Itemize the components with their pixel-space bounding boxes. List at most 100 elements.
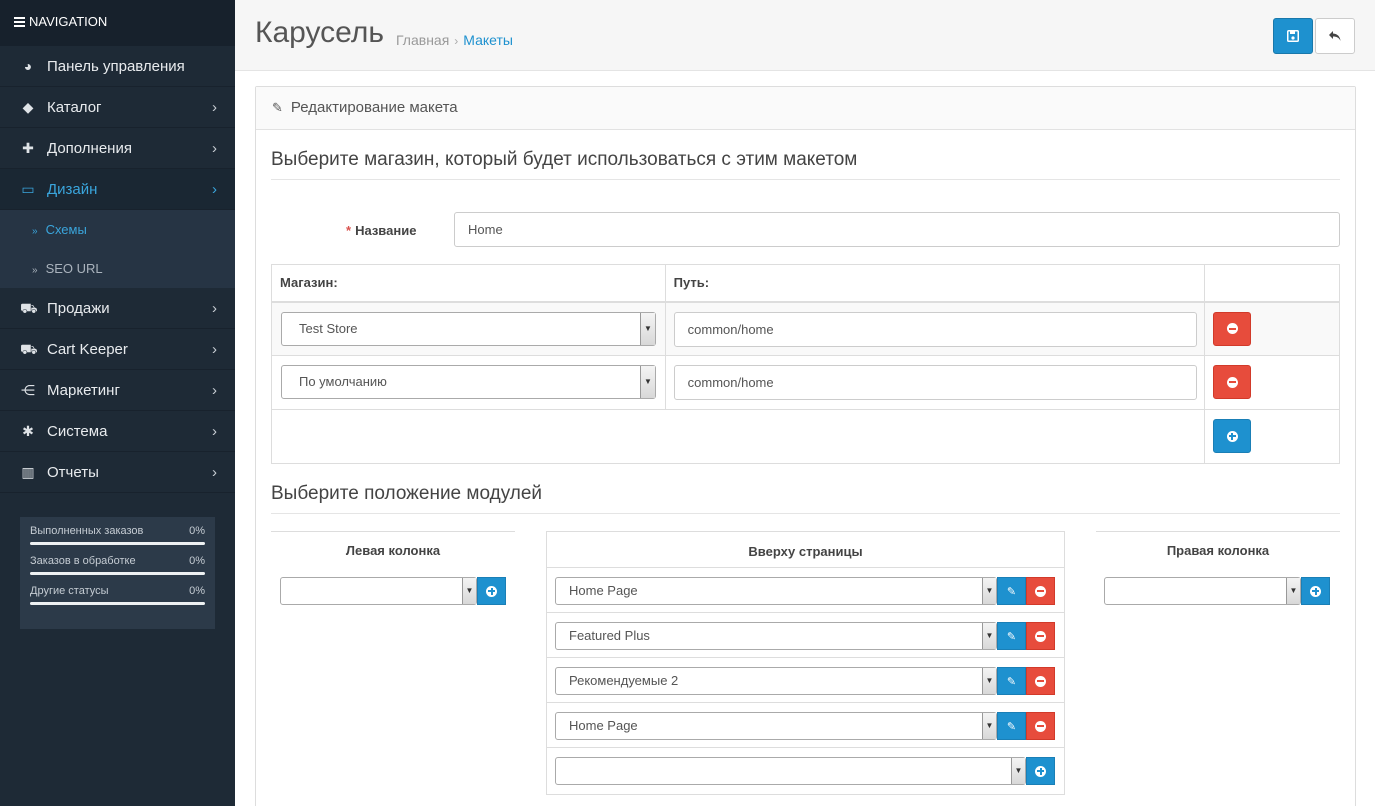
stat-processing: Заказов в обработке 0%: [30, 555, 205, 575]
breadcrumb-home[interactable]: Главная: [396, 32, 449, 48]
sidebar-subitem-label: SEO URL: [45, 261, 103, 276]
store-select[interactable]: Test Store ▼: [281, 311, 656, 346]
module-row: Home Page ▼ ✎: [547, 567, 1064, 612]
pencil-icon: ✎: [272, 100, 283, 115]
top-column-heading: Вверху страницы: [748, 544, 863, 559]
sidebar-item-sales[interactable]: ⛟ Продажи ›: [0, 288, 235, 329]
sidebar-item-catalog[interactable]: ◆ Каталог ›: [0, 87, 235, 128]
chevron-right-icon: ›: [212, 423, 217, 440]
name-input[interactable]: Home: [454, 212, 1340, 247]
right-module-select[interactable]: ▼: [1104, 577, 1301, 605]
progress-bar: [30, 572, 205, 575]
cart-keeper-icon: ⛟: [20, 341, 38, 357]
bar-chart-icon: ▥: [21, 464, 35, 480]
add-right-module-button[interactable]: [1301, 577, 1330, 605]
dropdown-arrow-icon: ▼: [640, 312, 655, 345]
stat-other: Другие статусы 0%: [30, 585, 205, 605]
store-cell: По умолчанию ▼: [271, 355, 666, 410]
left-module-select[interactable]: ▼: [280, 577, 477, 605]
module-select-value: Featured Plus: [569, 628, 650, 643]
remove-module-button[interactable]: [1026, 577, 1055, 605]
chevron-right-icon: ›: [212, 300, 217, 317]
edit-module-button[interactable]: ✎: [997, 622, 1026, 650]
sidebar: NAVIGATION ◕ Панель управления ◆ Каталог ›…: [0, 0, 235, 806]
menu-icon: [14, 15, 25, 29]
sidebar-item-label: Отчеты: [47, 464, 99, 481]
stat-label: Выполненных заказов: [30, 525, 144, 537]
module-row: Featured Plus ▼ ✎: [547, 612, 1064, 657]
store-select[interactable]: По умолчанию ▼: [281, 365, 656, 399]
add-top-module-button[interactable]: [1026, 757, 1055, 785]
add-left-module-button[interactable]: [477, 577, 506, 605]
name-label-text: Название: [355, 223, 417, 238]
panel-heading: ✎ Редактирование макета: [256, 87, 1355, 130]
cart-icon: ⛟: [20, 300, 38, 316]
sidebar-item-label: Каталог: [47, 99, 102, 116]
remove-module-button[interactable]: [1026, 712, 1055, 740]
sidebar-item-cart-keeper[interactable]: ⛟ Cart Keeper ›: [0, 329, 235, 370]
store-column-header: Магазин:: [271, 264, 666, 303]
right-column-heading: Правая колонка: [1166, 543, 1270, 558]
chevron-right-icon: ›: [212, 140, 217, 157]
action-cell: [1204, 301, 1340, 356]
sidebar-item-design[interactable]: ▭ Дизайн ›: [0, 169, 235, 210]
minus-circle-icon: [1226, 323, 1238, 334]
back-button[interactable]: [1315, 18, 1355, 54]
sidebar-item-dashboard[interactable]: ◕ Панель управления: [0, 46, 235, 87]
remove-module-button[interactable]: [1026, 667, 1055, 695]
progress-bar: [30, 602, 205, 605]
sidebar-subitem-layouts[interactable]: » Схемы: [0, 210, 235, 249]
edit-module-button[interactable]: ✎: [997, 712, 1026, 740]
edit-module-button[interactable]: ✎: [997, 577, 1026, 605]
module-select-value: Home Page: [569, 718, 638, 733]
plus-circle-icon: [1035, 765, 1046, 777]
remove-module-button[interactable]: [1026, 622, 1055, 650]
route-input[interactable]: common/home: [673, 311, 1197, 347]
main-content: Карусель Главная › Макеты ✎ Редактирование …: [235, 0, 1375, 806]
module-select[interactable]: Featured Plus ▼: [555, 622, 997, 650]
navigation-header[interactable]: NAVIGATION: [0, 0, 235, 46]
plus-circle-icon: [1310, 585, 1321, 597]
stat-label: Другие статусы: [30, 585, 109, 597]
add-route-button[interactable]: [1213, 419, 1252, 453]
module-select[interactable]: Home Page ▼: [555, 712, 997, 740]
sidebar-item-extensions[interactable]: ✚ Дополнения ›: [0, 128, 235, 169]
action-cell: [1204, 355, 1340, 410]
sidebar-item-label: Панель управления: [47, 58, 185, 75]
remove-route-button[interactable]: [1213, 365, 1252, 399]
minus-circle-icon: [1035, 675, 1046, 687]
dropdown-arrow-icon: ▼: [982, 713, 996, 739]
stat-value: 0%: [189, 525, 205, 537]
module-row: Home Page ▼ ✎: [547, 702, 1064, 747]
progress-bar: [30, 542, 205, 545]
divider: [1096, 531, 1340, 532]
module-row: ▼: [547, 747, 1064, 792]
remove-route-button[interactable]: [1213, 311, 1252, 346]
pencil-icon: ✎: [1006, 585, 1017, 598]
sidebar-item-label: Дизайн: [47, 181, 98, 198]
stat-value: 0%: [189, 555, 205, 567]
save-button[interactable]: [1273, 18, 1313, 54]
pencil-icon: ✎: [1006, 630, 1017, 643]
sidebar-item-system[interactable]: ✱ Система ›: [0, 411, 235, 452]
sidebar-item-label: Продажи: [47, 300, 110, 317]
module-select[interactable]: Home Page ▼: [555, 577, 997, 605]
sidebar-subitem-seo-url[interactable]: » SEO URL: [0, 249, 235, 288]
chevron-right-icon: ›: [212, 181, 217, 198]
save-icon: [1287, 30, 1299, 42]
sidebar-item-label: Cart Keeper: [47, 341, 128, 358]
sidebar-item-reports[interactable]: ▥ Отчеты ›: [0, 452, 235, 493]
chevron-right-icon: ›: [212, 464, 217, 481]
sidebar-item-marketing[interactable]: ⋲ Маркетинг ›: [0, 370, 235, 411]
monitor-icon: ▭: [21, 181, 35, 197]
top-modules-box: Вверху страницы Home Page ▼ ✎ Featured Pl…: [546, 531, 1065, 795]
dashboard-icon: ◕: [23, 58, 33, 74]
route-input[interactable]: common/home: [673, 365, 1197, 400]
breadcrumb-layouts[interactable]: Макеты: [463, 32, 513, 48]
gear-icon: ✱: [22, 423, 34, 439]
chevron-right-icon: ›: [212, 341, 217, 358]
module-select[interactable]: Рекомендуемые 2 ▼: [555, 667, 997, 695]
module-row: Рекомендуемые 2 ▼ ✎: [547, 657, 1064, 702]
new-module-select[interactable]: ▼: [555, 757, 1026, 785]
edit-module-button[interactable]: ✎: [997, 667, 1026, 695]
